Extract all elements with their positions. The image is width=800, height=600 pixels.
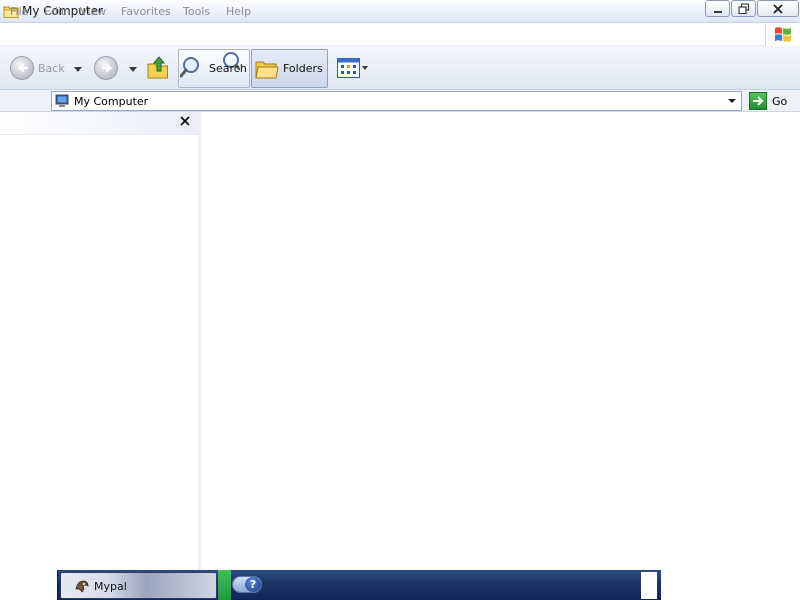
forward-arrow-icon [101,63,113,73]
toolbar [0,46,800,90]
windows-logo [765,24,799,46]
menu-view[interactable]: View [80,5,106,18]
menu-tools[interactable]: Tools [183,5,210,18]
back-dropdown-icon[interactable] [74,67,82,72]
back-arrow-icon [17,63,29,73]
go-label[interactable]: Go [772,95,787,108]
menu-bar [0,23,800,46]
maximize-icon [738,3,749,14]
search-label[interactable]: Search [209,62,247,75]
tray-divider [218,570,231,600]
minimize-button[interactable] [705,0,730,17]
address-dropdown-icon[interactable] [723,92,741,110]
tray-end [641,572,657,599]
folders-icon [255,61,279,79]
mypal-icon [75,580,89,593]
my-computer-icon [55,94,69,107]
close-button[interactable] [757,0,799,17]
views-dropdown-icon[interactable] [362,66,368,70]
menu-file[interactable]: File [10,5,28,18]
folders-label[interactable]: Folders [283,62,323,75]
go-button[interactable] [749,92,767,110]
back-button[interactable] [10,56,34,80]
views-icon[interactable] [337,58,361,78]
folders-pane[interactable] [0,112,201,570]
menu-edit[interactable]: Edit [44,5,65,18]
up-folder-icon[interactable] [146,54,170,80]
windows-logo-icon [775,27,791,42]
menu-help[interactable]: Help [226,5,251,18]
maximize-button[interactable] [731,0,756,17]
help-icon[interactable]: ? [245,577,261,592]
minimize-icon [713,10,722,13]
title-bar[interactable] [0,0,800,23]
go-arrow-icon [753,96,764,106]
back-label[interactable]: Back [38,62,65,75]
forward-button[interactable] [94,56,118,80]
close-icon[interactable] [178,114,192,128]
address-input[interactable] [51,91,742,111]
taskbar-button-label[interactable]: Mypal [94,580,127,593]
menu-favorites[interactable]: Favorites [121,5,171,18]
folders-pane-header [0,112,200,135]
close-icon [773,3,783,14]
content-pane[interactable] [204,112,800,570]
address-value[interactable]: My Computer [74,95,148,108]
forward-dropdown-icon[interactable] [129,67,137,72]
